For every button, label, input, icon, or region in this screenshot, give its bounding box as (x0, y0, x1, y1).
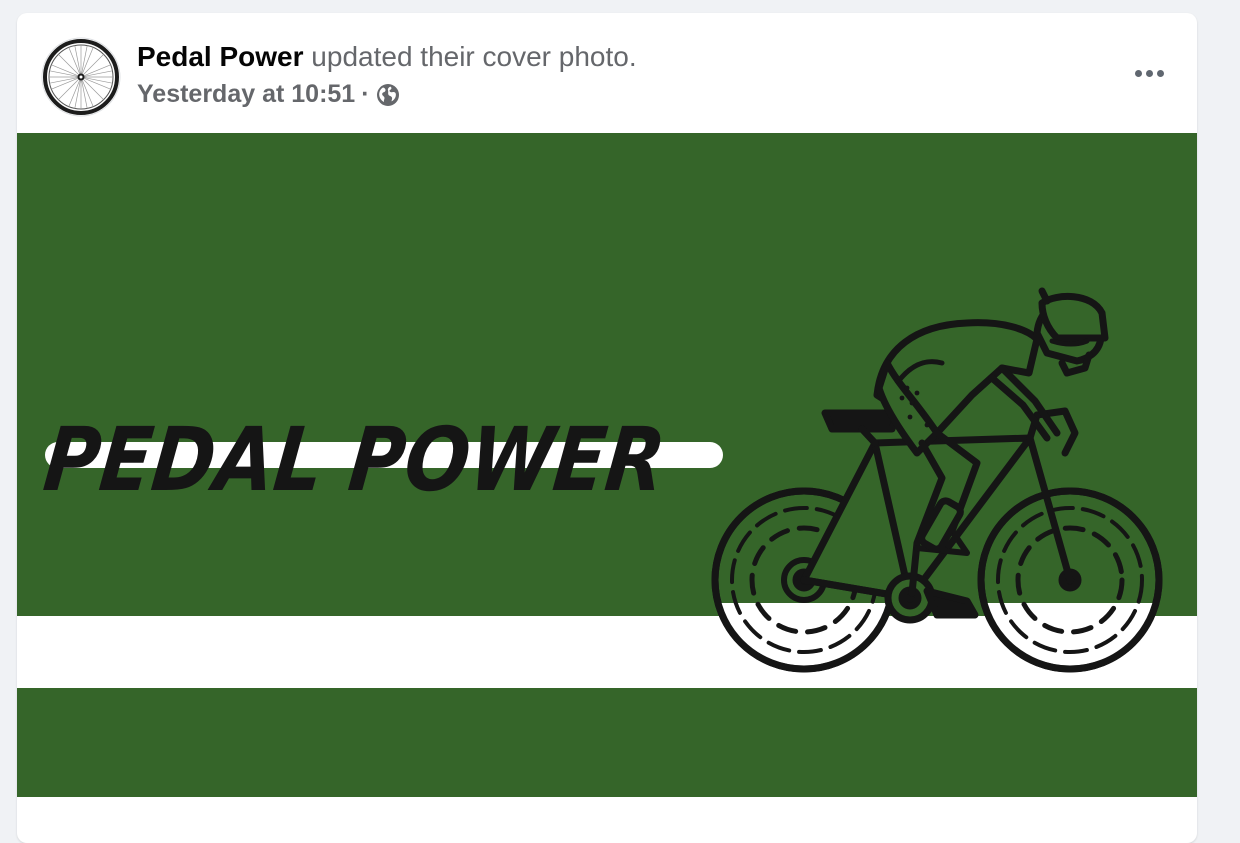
bicycle-wheel-icon (41, 37, 121, 117)
post-header: Pedal Power updated their cover photo. Y… (17, 13, 1197, 133)
post-card: Pedal Power updated their cover photo. Y… (17, 13, 1197, 843)
cover-brand-text: PEDAL POWER (39, 408, 670, 511)
post-header-text: Pedal Power updated their cover photo. Y… (137, 39, 637, 109)
more-dot (1145, 69, 1153, 77)
cover-image: PEDAL POWER (17, 133, 1197, 797)
cover-photo[interactable]: PEDAL POWER (17, 133, 1197, 797)
post-title-line: Pedal Power updated their cover photo. (137, 39, 637, 75)
post-meta: Yesterday at 10:51 · (137, 79, 637, 109)
post-timestamp-link[interactable]: Yesterday at 10:51 (137, 79, 355, 109)
post-action-text: updated their cover photo. (311, 41, 637, 72)
globe-icon[interactable] (376, 83, 400, 107)
meta-separator: · (361, 80, 370, 108)
more-dot (1134, 69, 1142, 77)
page-avatar[interactable] (41, 37, 121, 117)
more-dot (1156, 69, 1164, 77)
page-name-link[interactable]: Pedal Power (137, 41, 304, 72)
more-options-icon[interactable] (1129, 55, 1169, 91)
